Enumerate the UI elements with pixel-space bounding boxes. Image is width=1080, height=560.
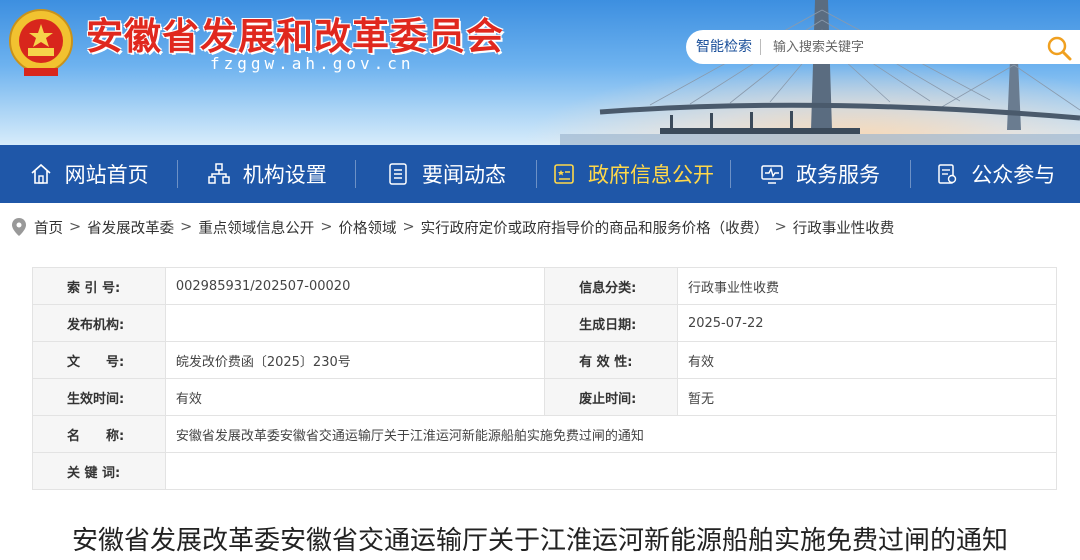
nav-item-label: 要闻动态	[421, 163, 506, 187]
category-label: 信息分类:	[544, 267, 678, 305]
smart-search-label[interactable]: 智能检索	[696, 39, 761, 55]
info-disclosure-icon	[554, 164, 574, 184]
nav-item-news[interactable]: 要闻动态	[356, 145, 535, 203]
breadcrumb-separator: >	[402, 219, 415, 235]
bridge-image	[560, 0, 1080, 145]
breadcrumb-separator: >	[774, 219, 787, 235]
search-icon[interactable]	[1046, 35, 1072, 61]
validity-value: 有效	[676, 341, 1058, 379]
breadcrumb-link[interactable]: 行政事业性收费	[793, 217, 895, 238]
nav-item-label: 机构设置	[242, 163, 327, 187]
monitor-icon	[761, 165, 783, 184]
national-emblem-icon	[9, 9, 73, 76]
breadcrumb-link[interactable]: 省发展改革委	[87, 217, 174, 238]
site-domain: fzggw.ah.gov.cn	[210, 54, 415, 73]
nav-item-label: 网站首页	[64, 163, 149, 187]
table-row: 关 键 词:	[32, 452, 1058, 490]
expire-value: 暂无	[676, 378, 1058, 416]
expire-label: 废止时间:	[544, 378, 678, 416]
validity-label: 有 效 性:	[544, 341, 678, 379]
effective-value: 有效	[164, 378, 546, 416]
document-info-table: 索 引 号: 002985931/202507-00020 信息分类: 行政事业…	[32, 267, 1058, 490]
category-value: 行政事业性收费	[676, 267, 1058, 305]
nav-item-info-disclosure[interactable]: 政府信息公开	[537, 145, 730, 203]
site-title: 安徽省发展和改革委员会	[86, 15, 504, 58]
nav-item-label: 公众参与	[971, 163, 1056, 187]
publisher-label: 发布机构:	[32, 304, 166, 342]
keywords-label: 关 键 词:	[32, 452, 166, 490]
nav-item-home[interactable]: 网站首页	[0, 145, 177, 203]
nav-item-organization[interactable]: 机构设置	[178, 145, 355, 203]
keywords-value	[164, 452, 1058, 490]
nav-item-label: 政务服务	[796, 163, 881, 187]
breadcrumb-link[interactable]: 实行政府定价或政府指导价的商品和服务价格（收费）	[421, 217, 769, 238]
docno-label: 文 号:	[32, 341, 166, 379]
location-pin-icon	[12, 218, 26, 236]
table-row: 索 引 号: 002985931/202507-00020 信息分类: 行政事业…	[32, 267, 1058, 305]
name-label: 名 称:	[32, 415, 166, 453]
main-nav: 网站首页 机构设置 要闻动态 政府信息公开 政务服务 公众参与	[0, 145, 1080, 203]
breadcrumb-link[interactable]: 重点领域信息公开	[198, 217, 314, 238]
docno-value: 皖发改价费函〔2025〕230号	[164, 341, 546, 379]
breadcrumb-separator: >	[180, 219, 193, 235]
org-chart-icon	[208, 163, 230, 184]
index-value: 002985931/202507-00020	[164, 267, 546, 305]
table-row: 名 称: 安徽省发展改革委安徽省交通运输厅关于江淮运河新能源船舶实施免费过闸的通…	[32, 415, 1058, 453]
search-input[interactable]	[773, 39, 1013, 55]
nav-item-services[interactable]: 政务服务	[730, 145, 909, 203]
name-value: 安徽省发展改革委安徽省交通运输厅关于江淮运河新能源船舶实施免费过闸的通知	[164, 415, 1058, 453]
news-icon	[389, 163, 407, 185]
survey-icon	[938, 164, 957, 184]
breadcrumb-separator: >	[320, 219, 333, 235]
table-row: 发布机构: 生成日期: 2025-07-22	[32, 304, 1058, 342]
search-box: 智能检索	[686, 30, 1080, 64]
nav-item-label: 政府信息公开	[588, 163, 715, 187]
table-row: 生效时间: 有效 废止时间: 暂无	[32, 378, 1058, 416]
header-banner: 安徽省发展和改革委员会 fzggw.ah.gov.cn 智能检索	[0, 0, 1080, 145]
breadcrumb-link[interactable]: 价格领域	[338, 217, 396, 238]
table-row: 文 号: 皖发改价费函〔2025〕230号 有 效 性: 有效	[32, 341, 1058, 379]
nav-item-participation[interactable]: 公众参与	[911, 145, 1080, 203]
date-label: 生成日期:	[544, 304, 678, 342]
publisher-value	[164, 304, 546, 342]
breadcrumb-link[interactable]: 首页	[34, 217, 63, 238]
effective-label: 生效时间:	[32, 378, 166, 416]
breadcrumb-separator: >	[69, 219, 82, 235]
document-title: 安徽省发展改革委安徽省交通运输厅关于江淮运河新能源船舶实施免费过闸的通知	[71, 526, 1008, 556]
home-icon	[31, 163, 51, 184]
date-value: 2025-07-22	[676, 304, 1058, 342]
breadcrumb: 首页 > 省发展改革委 > 重点领域信息公开 > 价格领域 > 实行政府定价或政…	[12, 216, 894, 238]
index-label: 索 引 号:	[32, 267, 166, 305]
